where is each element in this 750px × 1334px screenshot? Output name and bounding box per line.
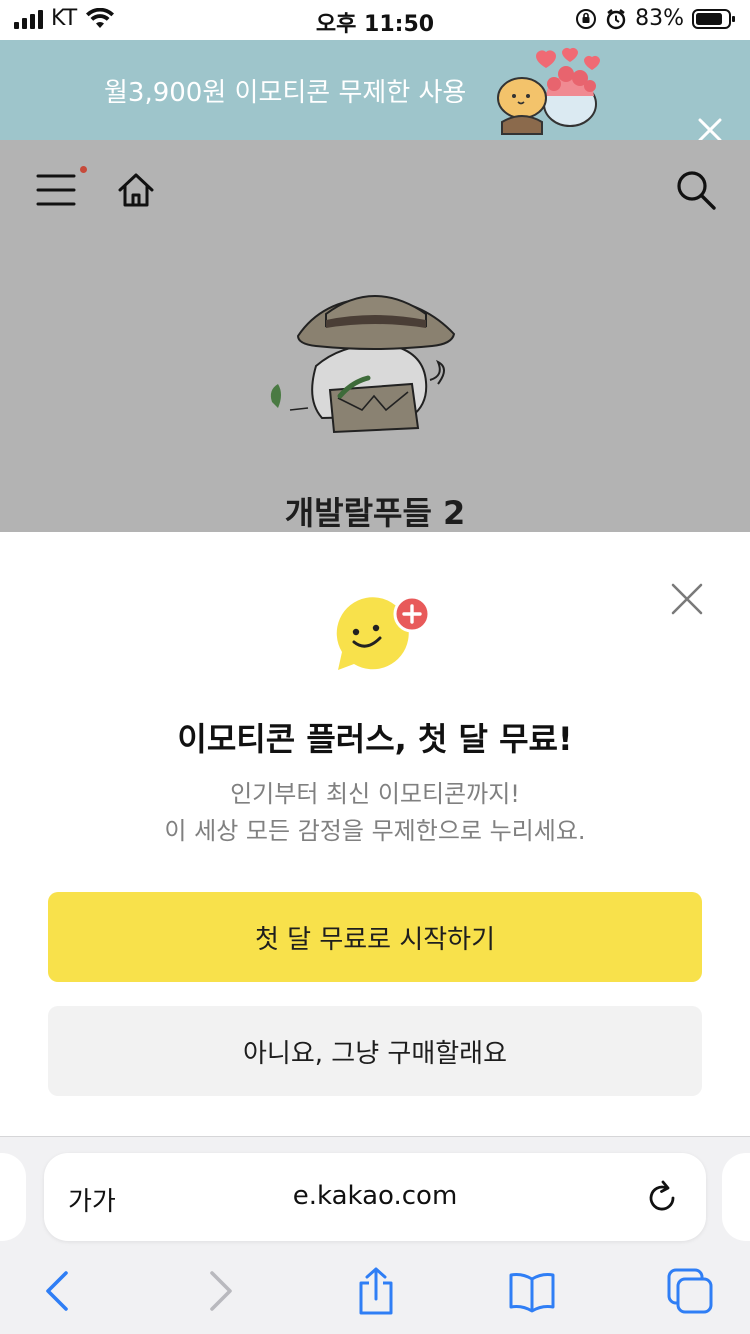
sheet-description-line-2: 이 세상 모든 감정을 무제한으로 누리세요. (164, 817, 586, 845)
promo-character-illustration (497, 47, 600, 135)
notification-dot (80, 166, 87, 173)
bookmarks-icon[interactable] (508, 1267, 556, 1315)
just-buy-button[interactable]: 아니요, 그냥 구매할래요 (48, 1006, 702, 1096)
battery-icon (692, 8, 735, 29)
forward-icon[interactable] (196, 1267, 244, 1315)
hamburger-menu-icon[interactable] (36, 170, 80, 210)
next-tab-preview[interactable] (722, 1153, 750, 1241)
home-icon[interactable] (114, 168, 158, 212)
previous-tab-preview[interactable] (0, 1153, 26, 1241)
product-page: 개발랄푸들 2 (0, 140, 750, 532)
alarm-icon (606, 8, 626, 29)
status-bar: KT 오후 11:50 83% (0, 0, 750, 40)
promo-banner[interactable]: 월3,900원 이모티콘 무제한 사용 (0, 40, 750, 142)
share-icon[interactable] (352, 1267, 400, 1315)
start-free-trial-button[interactable]: 첫 달 무료로 시작하기 (48, 892, 702, 982)
status-right: 83% (575, 6, 736, 31)
tabs-icon[interactable] (666, 1267, 714, 1315)
product-title: 개발랄푸들 2 (284, 494, 466, 532)
reload-icon[interactable] (642, 1177, 682, 1217)
search-icon[interactable] (674, 168, 718, 212)
address-bar[interactable]: 가가 e.kakao.com (44, 1153, 706, 1241)
promo-text: 월3,900원 이모티콘 무제한 사용 (104, 78, 467, 108)
orientation-lock-icon (576, 8, 597, 29)
sheet-description-line-1: 인기부터 최신 이모티콘까지! (230, 780, 520, 808)
sheet-title: 이모티콘 플러스, 첫 달 무료! (177, 720, 573, 758)
emoticon-plus-logo-icon (336, 595, 431, 670)
safari-toolbar: 가가 e.kakao.com (0, 1136, 750, 1334)
url-text[interactable]: e.kakao.com (44, 1181, 706, 1211)
subscription-sheet: 이모티콘 플러스, 첫 달 무료! 인기부터 최신 이모티콘까지! 이 세상 모… (0, 532, 750, 1136)
poodle-character-illustration (270, 295, 456, 434)
sheet-description: 인기부터 최신 이모티콘까지! 이 세상 모든 감정을 무제한으로 누리세요. (0, 776, 750, 850)
back-icon[interactable] (34, 1267, 82, 1315)
sheet-close-icon[interactable] (666, 578, 708, 620)
battery-percent: 83% (635, 6, 684, 31)
